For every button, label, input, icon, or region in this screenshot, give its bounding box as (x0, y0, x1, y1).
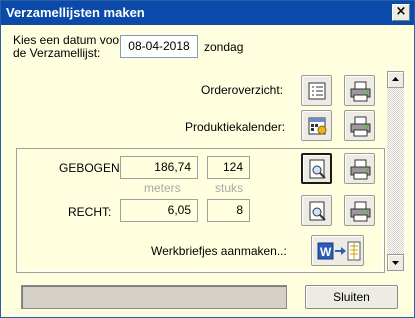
recht-stuks-field: 8 (207, 199, 250, 222)
scroll-up-button[interactable] (387, 71, 404, 88)
close-window-button[interactable]: × (392, 4, 410, 21)
arrow-up-icon (392, 77, 399, 81)
werkbriefjes-export-button[interactable]: W (311, 235, 364, 266)
printer-icon (350, 201, 371, 222)
date-prompt-line1: Kies een datum voor (13, 33, 124, 47)
date-input[interactable]: 08-04-2018 (120, 35, 198, 58)
gebogen-label: GEBOGEN: (59, 161, 124, 175)
sluiten-button[interactable]: Sluiten (305, 285, 398, 309)
weekday-label: zondag (204, 40, 244, 54)
printer-icon (350, 116, 371, 137)
scroll-down-button[interactable] (387, 254, 404, 271)
recht-meters-field: 6,05 (120, 199, 198, 222)
werkbriefjes-label: Werkbriefjes aanmaken..: (151, 244, 287, 258)
title-bar: Verzamellijsten maken × (1, 1, 414, 25)
status-box (21, 285, 287, 309)
scroll-track[interactable] (387, 88, 404, 254)
stuks-caption: stuks (215, 181, 244, 195)
gebogen-print-button[interactable] (344, 153, 375, 184)
gebogen-meters-field: 186,74 (120, 156, 198, 179)
print-preview-icon (309, 201, 326, 221)
orderoverzicht-label: Orderoverzicht: (201, 83, 284, 97)
recht-preview-button[interactable] (301, 195, 332, 226)
word-export-icon: W (317, 241, 361, 261)
print-preview-icon (309, 159, 326, 179)
recht-print-button[interactable] (344, 195, 375, 226)
meters-caption: meters (144, 181, 181, 195)
dialog-window: Verzamellijsten maken × Kies een datum v… (0, 0, 415, 318)
arrow-down-icon (392, 261, 399, 265)
printer-icon (350, 159, 371, 180)
produktiekalender-label: Produktiekalender: (185, 120, 286, 134)
gebogen-stuks-field: 124 (207, 156, 250, 179)
printer-icon (350, 81, 371, 102)
calendar-icon (308, 117, 327, 135)
vertical-scrollbar[interactable] (387, 71, 404, 271)
window-title: Verzamellijsten maken (6, 5, 145, 20)
date-prompt-line2: de Verzamellijst: (13, 46, 101, 60)
svg-text:W: W (320, 245, 332, 259)
recht-label: RECHT: (68, 205, 112, 219)
produktiekalender-view-button[interactable] (301, 110, 332, 141)
orderoverzicht-print-button[interactable] (344, 75, 375, 106)
orderoverzicht-view-button[interactable] (301, 75, 332, 106)
gebogen-preview-button[interactable] (301, 153, 332, 184)
produktiekalender-print-button[interactable] (344, 110, 375, 141)
list-icon (308, 82, 326, 100)
